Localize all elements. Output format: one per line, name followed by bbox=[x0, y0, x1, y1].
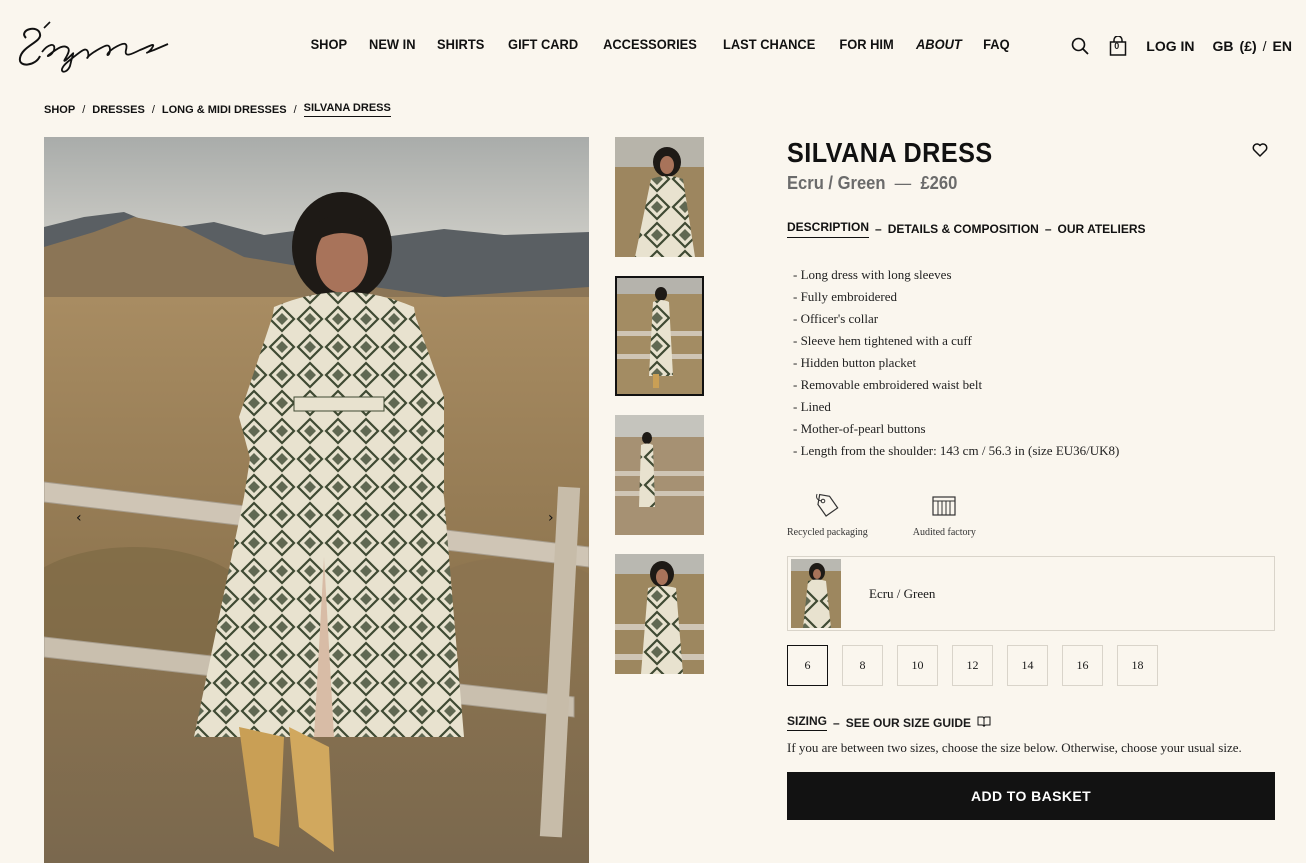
breadcrumb-long-midi-dresses[interactable]: LONG & MIDI DRESSES bbox=[162, 104, 287, 116]
recycled-packaging-label: Recycled packaging bbox=[787, 527, 868, 538]
list-item: - Fully embroidered bbox=[793, 289, 897, 304]
nav-shirts[interactable]: SHIRTS bbox=[437, 36, 484, 52]
product-color: Ecru / Green bbox=[787, 173, 886, 193]
info-tabs: DESCRIPTION – DETAILS & COMPOSITION – OU… bbox=[787, 220, 1275, 238]
color-variant-selector[interactable]: Ecru / Green bbox=[787, 556, 1275, 631]
list-item: - Lined bbox=[793, 399, 831, 414]
size-option-10[interactable]: 10 bbox=[897, 645, 938, 686]
nav-last-chance[interactable]: LAST CHANCE bbox=[723, 36, 815, 52]
thumbnail-2[interactable] bbox=[615, 276, 704, 396]
size-option-12[interactable]: 12 bbox=[952, 645, 993, 686]
audited-factory-label: Audited factory bbox=[912, 527, 976, 538]
breadcrumb-separator: / bbox=[82, 103, 86, 116]
list-item: - Length from the shoulder: 143 cm / 56.… bbox=[793, 443, 1120, 458]
nav-accessories[interactable]: ACCESSORIES bbox=[603, 36, 697, 52]
size-option-18[interactable]: 18 bbox=[1117, 645, 1158, 686]
list-item: - Removable embroidered waist belt bbox=[793, 377, 983, 392]
list-item: - Hidden button placket bbox=[793, 355, 917, 370]
recycled-packaging-badge: Recycled packaging bbox=[787, 492, 868, 538]
size-guide-link[interactable]: SEE OUR SIZE GUIDE bbox=[846, 716, 971, 730]
header-actions: 0 LOG IN GB (£) / EN bbox=[1070, 36, 1292, 56]
nav-about[interactable]: ABOUT bbox=[916, 36, 962, 52]
subline-dash: — bbox=[894, 173, 912, 193]
factory-icon bbox=[931, 492, 957, 521]
product-price: £260 bbox=[920, 173, 958, 193]
thumbnail-3[interactable] bbox=[615, 415, 704, 535]
login-link[interactable]: LOG IN bbox=[1146, 38, 1194, 54]
tab-separator: – bbox=[875, 222, 882, 236]
size-selector: 6 8 10 12 14 16 18 bbox=[787, 645, 1275, 686]
audited-factory-badge: Audited factory bbox=[913, 492, 976, 538]
tab-separator: – bbox=[1044, 222, 1052, 236]
breadcrumb-separator: / bbox=[151, 103, 155, 116]
basket-icon[interactable]: 0 bbox=[1108, 36, 1128, 56]
list-item: - Mother-of-pearl buttons bbox=[793, 421, 926, 436]
locale-selector[interactable]: GB (£) / EN bbox=[1213, 38, 1292, 54]
tab-details-composition[interactable]: DETAILS & COMPOSITION bbox=[888, 222, 1039, 236]
description-list: - Long dress with long sleeves - Fully e… bbox=[787, 264, 1275, 462]
nav-gift-card[interactable]: GIFT CARD bbox=[508, 36, 578, 52]
thumbnail-1[interactable] bbox=[615, 137, 704, 257]
thumbnail-list bbox=[615, 137, 704, 693]
product-title: SILVANA DRESS bbox=[787, 137, 993, 168]
product-panel: SILVANA DRESS Ecru / Green — £260 DESCRIPT… bbox=[787, 137, 1275, 820]
breadcrumb-separator: / bbox=[293, 103, 297, 116]
language-code: EN bbox=[1272, 38, 1292, 54]
thumbnail-4[interactable] bbox=[615, 554, 704, 674]
sizing-row: SIZING – SEE OUR SIZE GUIDE bbox=[787, 714, 1275, 731]
variant-label: Ecru / Green bbox=[869, 585, 936, 601]
main-nav: SHOP NEW IN SHIRTS GIFT CARD ACCESSORIES… bbox=[300, 36, 1020, 52]
sizing-link[interactable]: SIZING bbox=[787, 714, 828, 731]
book-icon[interactable] bbox=[977, 716, 991, 730]
nav-shop[interactable]: SHOP bbox=[311, 36, 348, 52]
product-subline: Ecru / Green — £260 bbox=[787, 173, 1236, 194]
nav-faq[interactable]: FAQ bbox=[983, 36, 1009, 52]
variant-thumbnail bbox=[791, 559, 841, 628]
breadcrumb-current: SILVANA DRESS bbox=[303, 102, 391, 117]
breadcrumb: SHOP / DRESSES / LONG & MIDI DRESSES / S… bbox=[44, 102, 391, 117]
tab-description[interactable]: DESCRIPTION bbox=[787, 220, 870, 238]
nav-new-in[interactable]: NEW IN bbox=[369, 36, 416, 52]
sezane-logo[interactable] bbox=[14, 20, 170, 74]
list-item: - Long dress with long sleeves bbox=[793, 267, 952, 282]
sizing-dash: – bbox=[833, 715, 840, 730]
breadcrumb-shop[interactable]: SHOP bbox=[44, 104, 75, 116]
nav-for-him[interactable]: FOR HIM bbox=[839, 36, 893, 52]
sizing-help-text: If you are between two sizes, choose the… bbox=[787, 740, 1242, 755]
main-product-image[interactable] bbox=[44, 137, 589, 863]
size-option-14[interactable]: 14 bbox=[1007, 645, 1048, 686]
country-code: GB bbox=[1212, 38, 1234, 54]
search-icon[interactable] bbox=[1070, 36, 1090, 56]
size-option-8[interactable]: 8 bbox=[842, 645, 883, 686]
commitment-badges: Recycled packaging Audited factory bbox=[787, 492, 1275, 538]
wishlist-heart-icon[interactable] bbox=[1252, 142, 1268, 158]
add-to-basket-button[interactable]: ADD TO BASKET bbox=[787, 772, 1275, 820]
locale-separator: / bbox=[1262, 38, 1267, 54]
list-item: - Sleeve hem tightened with a cuff bbox=[793, 333, 972, 348]
currency: (£) bbox=[1239, 38, 1257, 54]
size-option-16[interactable]: 16 bbox=[1062, 645, 1103, 686]
tag-icon bbox=[814, 492, 840, 521]
gallery-prev-button[interactable]: ‹ bbox=[76, 510, 82, 526]
breadcrumb-dresses[interactable]: DRESSES bbox=[92, 104, 145, 116]
size-option-6[interactable]: 6 bbox=[787, 645, 828, 686]
list-item: - Officer's collar bbox=[793, 311, 879, 326]
gallery-next-button[interactable]: › bbox=[548, 510, 554, 526]
tab-our-ateliers[interactable]: OUR ATELIERS bbox=[1058, 222, 1146, 236]
basket-count: 0 bbox=[1114, 41, 1120, 51]
